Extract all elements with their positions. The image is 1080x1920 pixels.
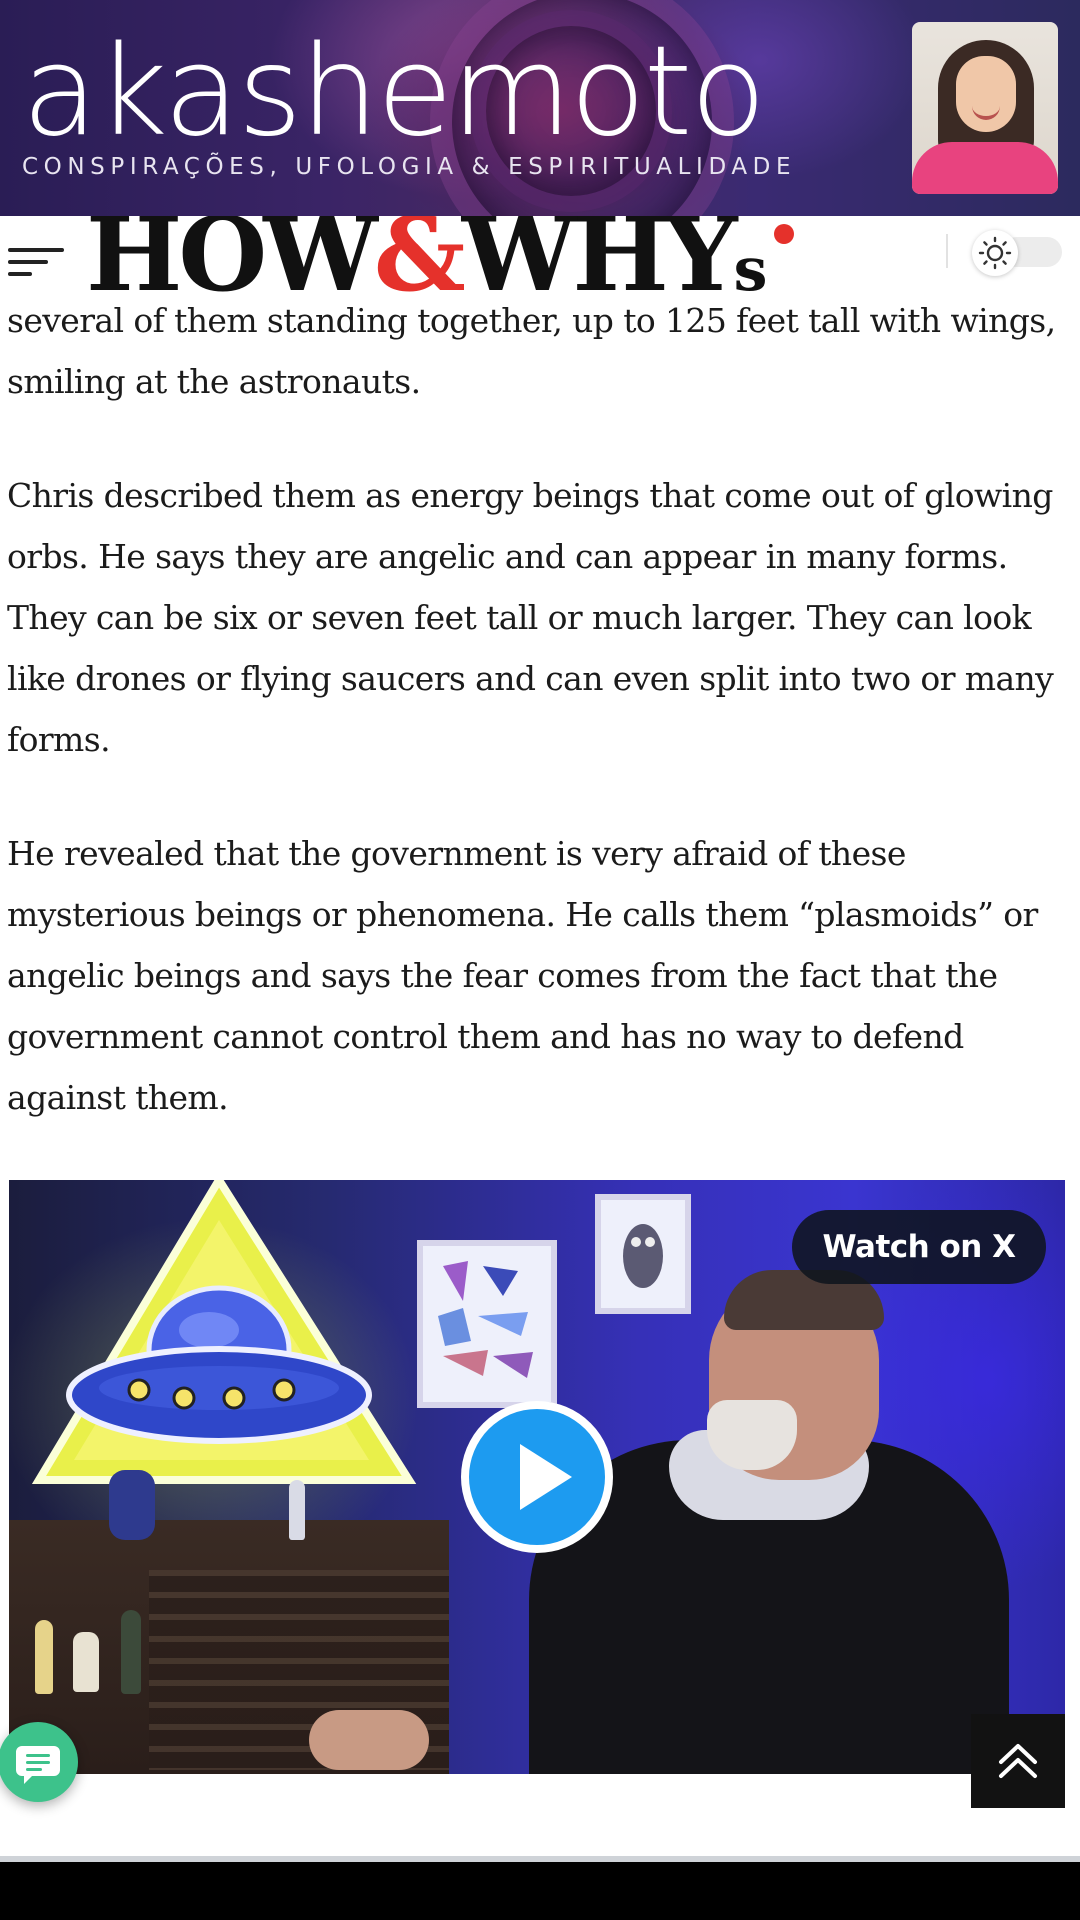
header-divider [946, 234, 948, 268]
logo-text-how: HOW [86, 216, 378, 302]
sun-icon [978, 236, 1012, 270]
article-paragraph-3: He revealed that the government is very … [7, 834, 1038, 1117]
site-header: HOW&WHYs [0, 216, 1080, 302]
article-body: several of them standing together, up to… [7, 290, 1073, 1181]
chat-bubble-icon [16, 1746, 60, 1784]
logo-ampersand: & [373, 216, 466, 302]
article-paragraph-2: Chris described them as energy beings th… [7, 476, 1054, 759]
theme-toggle[interactable] [972, 230, 1066, 276]
theme-toggle-knob [972, 230, 1018, 276]
logo-text-s: s [733, 235, 768, 302]
watch-on-x-button[interactable]: Watch on X [792, 1210, 1046, 1284]
ufo-neon-sign-image [31, 1180, 417, 1484]
wall-frame-crystals [417, 1240, 557, 1408]
system-navigation-bar [0, 1862, 1080, 1920]
play-icon[interactable] [458, 1398, 616, 1556]
article-paragraph-1: several of them standing together, up to… [7, 301, 1056, 401]
banner-tagline: CONSPIRAÇÕES, UFOLOGIA & ESPIRITUALIDADE [22, 154, 797, 180]
wall-frame-owl [595, 1194, 691, 1314]
chat-button[interactable] [0, 1722, 78, 1802]
logo-red-dot [774, 224, 794, 244]
back-to-top-button[interactable] [971, 1714, 1065, 1808]
hamburger-menu-icon[interactable] [6, 234, 66, 284]
page: akashemoto CONSPIRAÇÕES, UFOLOGIA & ESPI… [0, 0, 1080, 1920]
site-logo[interactable]: HOW&WHYs [86, 216, 767, 302]
banner-avatar-photo [912, 22, 1058, 194]
double-chevron-up-icon [999, 1744, 1037, 1778]
banner-brand-logo: akashemoto [22, 20, 766, 164]
logo-text-why: WHY [461, 216, 738, 302]
top-banner-ad[interactable]: akashemoto CONSPIRAÇÕES, UFOLOGIA & ESPI… [0, 0, 1080, 216]
